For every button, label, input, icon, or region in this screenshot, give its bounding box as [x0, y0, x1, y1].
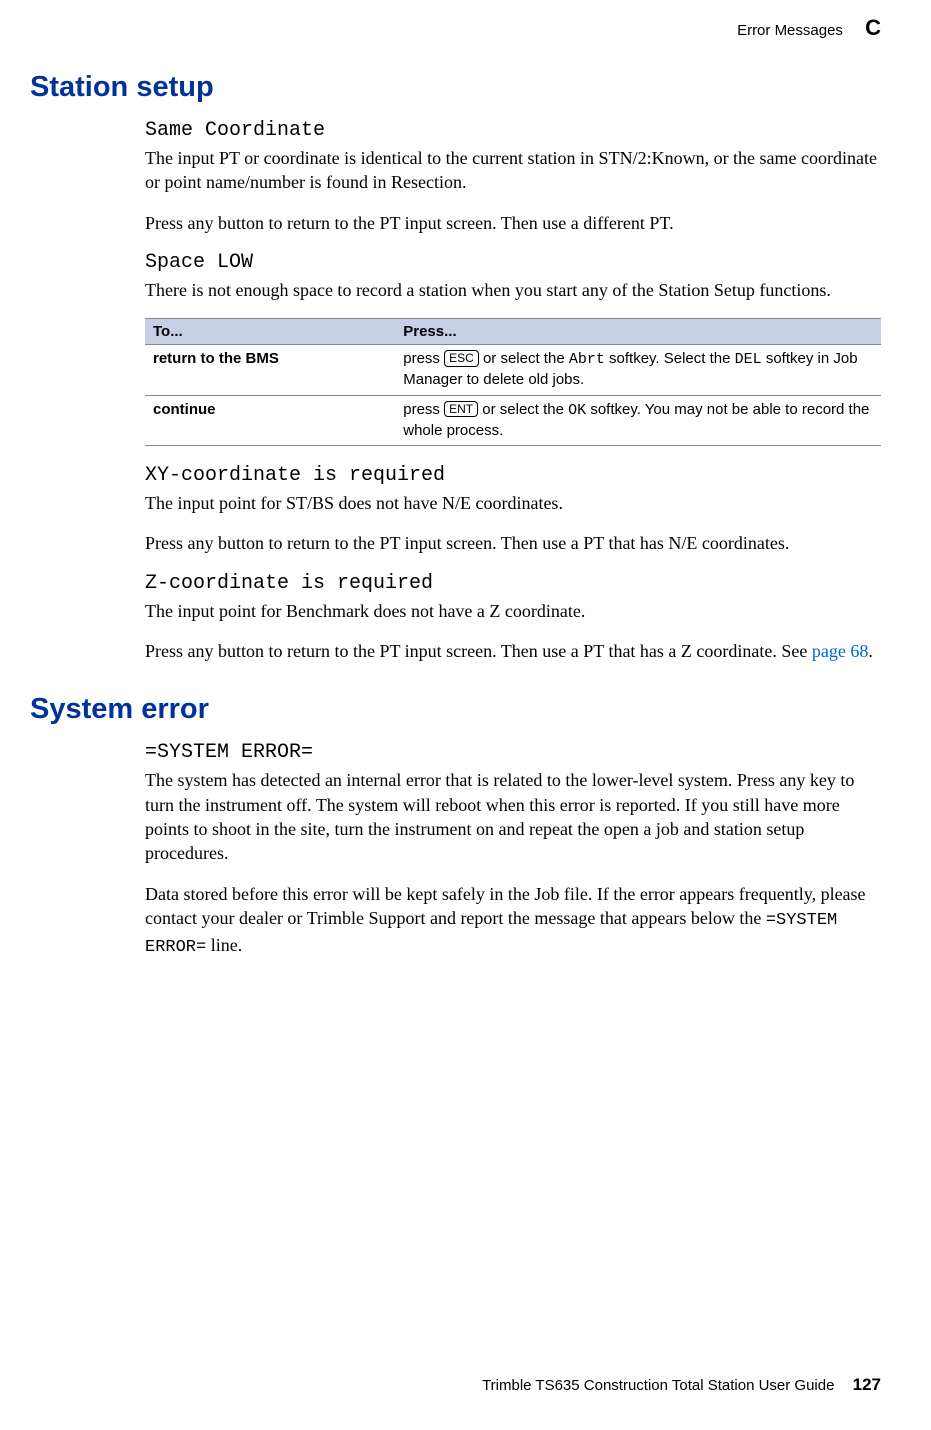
space-low-p1: There is not enough space to record a st…	[145, 278, 881, 302]
page-68-link[interactable]: page 68	[812, 641, 868, 661]
abrt-softkey: Abrt	[569, 351, 605, 368]
same-coordinate-title: Same Coordinate	[145, 119, 881, 142]
header-title: Error Messages	[737, 22, 843, 39]
page-footer: Trimble TS635 Construction Total Station…	[482, 1375, 881, 1395]
same-coordinate-p1: The input PT or coordinate is identical …	[145, 146, 881, 195]
system-error-p2: Data stored before this error will be ke…	[145, 882, 881, 960]
header-section-letter: C	[865, 15, 881, 40]
system-error-title: =SYSTEM ERROR=	[145, 741, 881, 764]
system-error-p1: The system has detected an internal erro…	[145, 768, 881, 865]
same-coordinate-p2: Press any button to return to the PT inp…	[145, 211, 881, 235]
table-header-press: Press...	[395, 319, 881, 345]
z-required-p2: Press any button to return to the PT inp…	[145, 639, 881, 663]
ent-key-icon: ENT	[444, 401, 478, 417]
table-header-to: To...	[145, 319, 395, 345]
esc-key-icon: ESC	[444, 350, 479, 366]
footer-guide-name: Trimble TS635 Construction Total Station…	[482, 1377, 834, 1394]
system-error-heading: System error	[30, 693, 881, 726]
station-setup-heading: Station setup	[30, 71, 881, 104]
table-cell-to: continue	[145, 395, 395, 446]
xy-required-p1: The input point for ST/BS does not have …	[145, 491, 881, 515]
table-row: continue press ENT or select the OK soft…	[145, 395, 881, 446]
space-low-title: Space LOW	[145, 251, 881, 274]
page-header: Error Messages C	[30, 15, 881, 41]
space-low-table: To... Press... return to the BMS press E…	[145, 318, 881, 446]
table-cell-press: press ENT or select the OK softkey. You …	[395, 395, 881, 446]
xy-required-title: XY-coordinate is required	[145, 464, 881, 487]
z-required-title: Z-coordinate is required	[145, 572, 881, 595]
table-cell-to: return to the BMS	[145, 345, 395, 396]
z-required-p1: The input point for Benchmark does not h…	[145, 599, 881, 623]
table-row: return to the BMS press ESC or select th…	[145, 345, 881, 396]
xy-required-p2: Press any button to return to the PT inp…	[145, 531, 881, 555]
table-cell-press: press ESC or select the Abrt softkey. Se…	[395, 345, 881, 396]
del-softkey: DEL	[735, 351, 762, 368]
footer-page-number: 127	[853, 1375, 881, 1394]
ok-softkey: OK	[568, 402, 586, 419]
